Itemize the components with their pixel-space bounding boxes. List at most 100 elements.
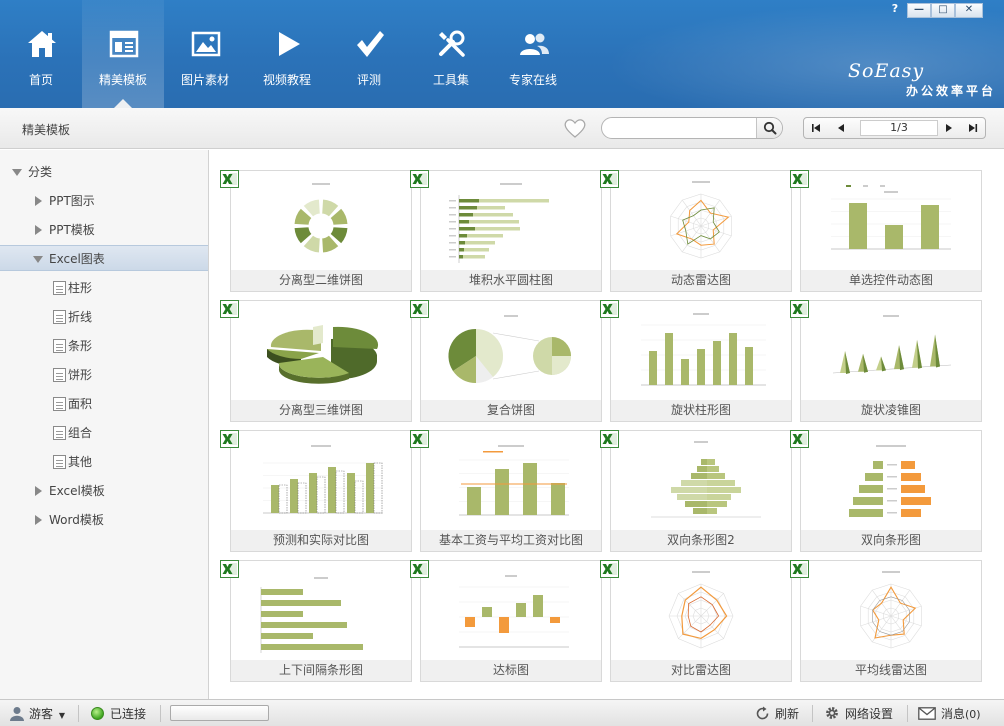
main-nav: 首页 精美模板 图片素材 视频教程 评测 工具集 专家在线: [0, 0, 574, 108]
excel-icon: [600, 170, 619, 188]
template-card[interactable]: 双向条形图2: [600, 430, 792, 552]
template-thumbnail: [260, 577, 363, 653]
nav-videos[interactable]: 视频教程: [246, 0, 328, 108]
sidebar-item[interactable]: 面积: [0, 391, 208, 417]
nav-tools[interactable]: 工具集: [410, 0, 492, 108]
sidebar-item[interactable]: 组合: [0, 420, 208, 446]
sidebar-item-label: 柱形: [68, 281, 93, 295]
nav-reviews[interactable]: 评测: [328, 0, 410, 108]
search-icon: [763, 121, 777, 135]
template-title: 分离型二维饼图: [231, 270, 411, 291]
sidebar-item[interactable]: PPT图示: [0, 188, 208, 214]
excel-icon: [410, 430, 429, 448]
nav-home[interactable]: 首页: [0, 0, 82, 108]
template-thumbnail: [849, 445, 931, 517]
nav-templates[interactable]: 精美模板: [82, 0, 164, 108]
tools-icon: [439, 30, 465, 57]
excel-icon: [220, 300, 239, 318]
nav-label: 视频教程: [262, 73, 311, 87]
sidebar-item-label: 其他: [68, 455, 93, 469]
template-card[interactable]: 对比雷达图: [600, 560, 792, 682]
collapsed-triangle-icon: [35, 486, 42, 496]
dropdown-arrow-icon: ▼: [58, 711, 65, 720]
sidebar-item-label: Excel模板: [49, 484, 105, 498]
excel-icon: [220, 430, 239, 448]
template-card[interactable]: 上下间隔条形图: [220, 560, 412, 682]
template-card[interactable]: 旋状柱形图: [600, 300, 792, 422]
template-card[interactable]: 预测和实际对比图: [220, 430, 412, 552]
sidebar-item[interactable]: Word模板: [0, 507, 208, 533]
pager: 1/3: [803, 117, 986, 139]
brand-tagline: 办公效率平台: [906, 84, 997, 98]
template-card[interactable]: 双向条形图: [790, 430, 982, 552]
sidebar-item[interactable]: PPT模板: [0, 217, 208, 243]
last-page-icon: [969, 124, 978, 132]
template-card[interactable]: 基本工资与平均工资对比图: [410, 430, 602, 552]
app-header: 首页 精美模板 图片素材 视频教程 评测 工具集 专家在线 ? — □ ✕ So…: [0, 0, 1004, 108]
sidebar-item[interactable]: 条形: [0, 333, 208, 359]
help-button[interactable]: ?: [888, 2, 902, 16]
template-card[interactable]: 分离型二维饼图: [220, 170, 412, 292]
user-menu[interactable]: 游客 ▼: [29, 706, 65, 722]
connection-status-icon: [91, 707, 104, 720]
close-button[interactable]: ✕: [955, 3, 983, 18]
template-card[interactable]: 平均线雷达图: [790, 560, 982, 682]
template-thumbnail: [641, 313, 766, 386]
template-card[interactable]: 堆积水平圆柱图: [410, 170, 602, 292]
template-title: 动态雷达图: [611, 270, 791, 291]
nav-experts[interactable]: 专家在线: [492, 0, 574, 108]
experts-icon: [520, 33, 549, 55]
connection-status: 已连接: [110, 707, 147, 721]
template-thumbnail: [449, 183, 549, 263]
document-icon: [53, 397, 66, 411]
next-page-icon: [946, 124, 952, 132]
toolbar: 精美模板 1/3: [0, 108, 1004, 149]
check-icon: [357, 31, 384, 57]
messages-button[interactable]: 消息(0): [941, 706, 981, 722]
template-title: 达标图: [421, 660, 601, 681]
sidebar-item[interactable]: Excel模板: [0, 478, 208, 504]
first-page-button[interactable]: [804, 118, 828, 138]
tree-root[interactable]: 分类: [0, 159, 208, 185]
search-button[interactable]: [756, 118, 782, 138]
play-icon: [279, 32, 300, 56]
template-title: 对比雷达图: [611, 660, 791, 681]
sidebar-item[interactable]: 柱形: [0, 275, 208, 301]
excel-icon: [410, 300, 429, 318]
template-card[interactable]: 复合饼图: [410, 300, 602, 422]
sidebar-item[interactable]: 其他: [0, 449, 208, 475]
template-card[interactable]: 分离型三维饼图: [220, 300, 412, 422]
expanded-triangle-icon: [33, 256, 43, 263]
maximize-button[interactable]: □: [931, 3, 955, 18]
excel-icon: [790, 300, 809, 318]
sidebar-item[interactable]: 饼形: [0, 362, 208, 388]
template-card[interactable]: 单选控件动态图: [790, 170, 982, 292]
sidebar-item-label: 面积: [68, 397, 93, 411]
refresh-button[interactable]: 刷新: [775, 706, 799, 722]
nav-label: 精美模板: [98, 73, 147, 87]
template-thumbnail: [651, 441, 761, 518]
template-title: 平均线雷达图: [801, 660, 981, 681]
sidebar-item[interactable]: 折线: [0, 304, 208, 330]
template-card[interactable]: 达标图: [410, 560, 602, 682]
favorite-heart-icon[interactable]: [563, 117, 587, 139]
picture-icon: [191, 31, 221, 57]
excel-icon: [600, 430, 619, 448]
last-page-button[interactable]: [961, 118, 985, 138]
template-title: 上下间隔条形图: [231, 660, 411, 681]
sidebar-item[interactable]: Excel图表: [0, 245, 208, 271]
gear-icon: [826, 707, 838, 719]
search-input[interactable]: [610, 120, 750, 136]
page-indicator[interactable]: 1/3: [860, 120, 938, 136]
sidebar-item-label: 条形: [68, 339, 93, 353]
refresh-icon: [756, 706, 769, 720]
template-title: 旋状凌锥图: [801, 400, 981, 421]
template-card[interactable]: 旋状凌锥图: [790, 300, 982, 422]
template-card[interactable]: 动态雷达图: [600, 170, 792, 292]
nav-pictures[interactable]: 图片素材: [164, 0, 246, 108]
next-page-button[interactable]: [937, 118, 961, 138]
prev-page-button[interactable]: [829, 118, 853, 138]
network-settings-button[interactable]: 网络设置: [845, 706, 893, 722]
minimize-button[interactable]: —: [907, 3, 931, 18]
sidebar-item-label: PPT模板: [49, 223, 95, 237]
